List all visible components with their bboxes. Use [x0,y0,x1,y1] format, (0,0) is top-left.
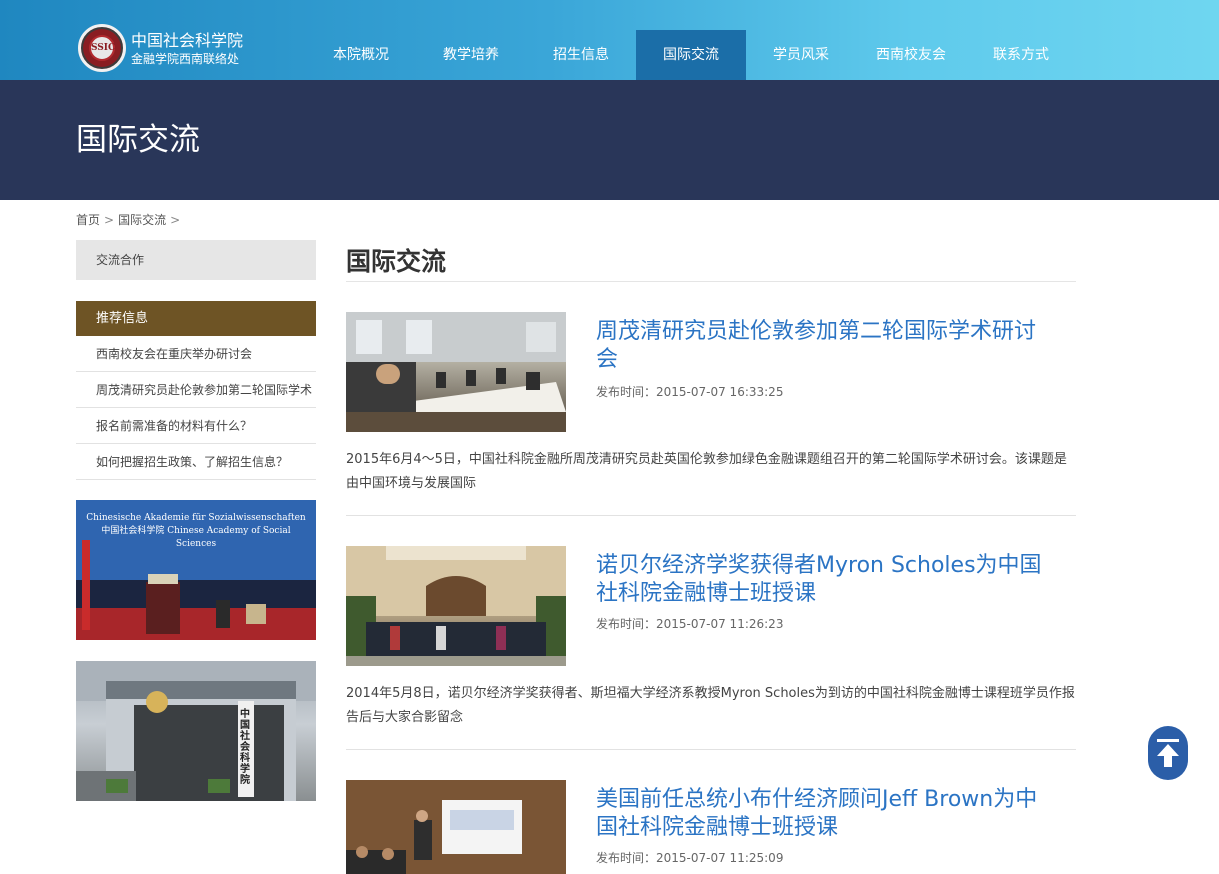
site-header: SSIC 中国社会科学院 金融学院西南联络处 本院概况 教学培养 招生信息 国际… [0,0,1219,80]
article-title[interactable]: 诺贝尔经济学奖获得者Myron Scholes为中国社科院金融博士班授课 [596,552,1046,608]
content-title: 国际交流 [346,247,447,276]
logo-text: SSIC [91,43,116,53]
recommend-item[interactable]: 周茂清研究员赴伦敦参加第二轮国际学术 [76,372,316,408]
breadcrumb: 首页 > 国际交流 > [76,212,184,228]
nav-item-students[interactable]: 学员风采 [746,30,856,80]
article-divider [346,749,1076,750]
arrow-up-to-top-icon [1157,739,1179,767]
building-photo [76,661,316,801]
back-to-top-button[interactable] [1148,726,1188,780]
nav-item-international[interactable]: 国际交流 [636,30,746,80]
page-banner: 国际交流 [0,80,1219,200]
article-thumbnail[interactable] [346,312,566,432]
site-title: 中国社会科学院 [131,31,244,50]
sidebar-image-building[interactable]: 中国社会科学院 [76,661,316,801]
article-summary: 2014年5月8日，诺贝尔经济学奖获得者、斯坦福大学经济系教授Myron Sch… [346,686,1075,725]
group-photo [346,546,566,666]
article-thumbnail[interactable] [346,546,566,666]
logo-emblem: SSIC [89,35,115,61]
site-logo[interactable]: SSIC [78,24,126,72]
article-item: 诺贝尔经济学奖获得者Myron Scholes为中国社科院金融博士班授课 发布时… [346,546,1076,751]
nav-item-contact[interactable]: 联系方式 [966,30,1076,80]
article-item: 周茂清研究员赴伦敦参加第二轮国际学术研讨会 发布时间：2015-07-07 16… [346,312,1076,517]
article-title[interactable]: 美国前任总统小布什经济顾问Jeff Brown为中国社科院金融博士班授课 [596,786,1046,842]
recommend-item[interactable]: 如何把握招生政策、了解招生信息？ [76,444,316,480]
nav-item-about[interactable]: 本院概况 [306,30,416,80]
recommend-item[interactable]: 报名前需准备的材料有什么？ [76,408,316,444]
nav-item-admissions[interactable]: 招生信息 [526,30,636,80]
recommend-list: 西南校友会在重庆举办研讨会 周茂清研究员赴伦敦参加第二轮国际学术 报名前需准备的… [76,336,316,480]
article-title[interactable]: 周茂清研究员赴伦敦参加第二轮国际学术研讨会 [596,318,1046,374]
lecture-photo [346,780,566,874]
main-nav: 本院概况 教学培养 招生信息 国际交流 学员风采 西南校友会 联系方式 [306,30,1076,80]
sidebar-image-caption: Chinesische Akademie für Sozialwissensch… [86,513,306,549]
content-divider [346,281,1076,282]
article-divider [346,515,1076,516]
building-sign-text: 中国社会科学院 [240,709,250,786]
breadcrumb-current[interactable]: 国际交流 [118,213,166,227]
nav-item-alumni[interactable]: 西南校友会 [856,30,966,80]
breadcrumb-separator: > [104,213,115,227]
recommend-item[interactable]: 西南校友会在重庆举办研讨会 [76,336,316,372]
breadcrumb-home[interactable]: 首页 [76,213,100,227]
nav-item-teaching[interactable]: 教学培养 [416,30,526,80]
meeting-photo [346,312,566,432]
article-date: 发布时间：2015-07-07 11:26:23 [596,617,784,631]
recommend-heading: 推荐信息 [76,301,316,336]
article-date: 发布时间：2015-07-07 11:25:09 [596,851,784,865]
article-summary: 2015年6月4～5日，中国社科院金融所周茂清研究员赴英国伦敦参加绿色金融课题组… [346,452,1067,491]
article-item: 美国前任总统小布什经济顾问Jeff Brown为中国社科院金融博士班授课 发布时… [346,780,1076,874]
sidebar-image-conference[interactable]: Chinesische Akademie für Sozialwissensch… [76,500,316,640]
breadcrumb-separator: > [170,213,181,227]
article-date: 发布时间：2015-07-07 16:33:25 [596,385,784,399]
banner-title: 国际交流 [76,122,200,158]
site-subtitle: 金融学院西南联络处 [131,52,240,66]
sidebar-category-link[interactable]: 交流合作 [76,240,316,280]
article-thumbnail[interactable] [346,780,566,874]
